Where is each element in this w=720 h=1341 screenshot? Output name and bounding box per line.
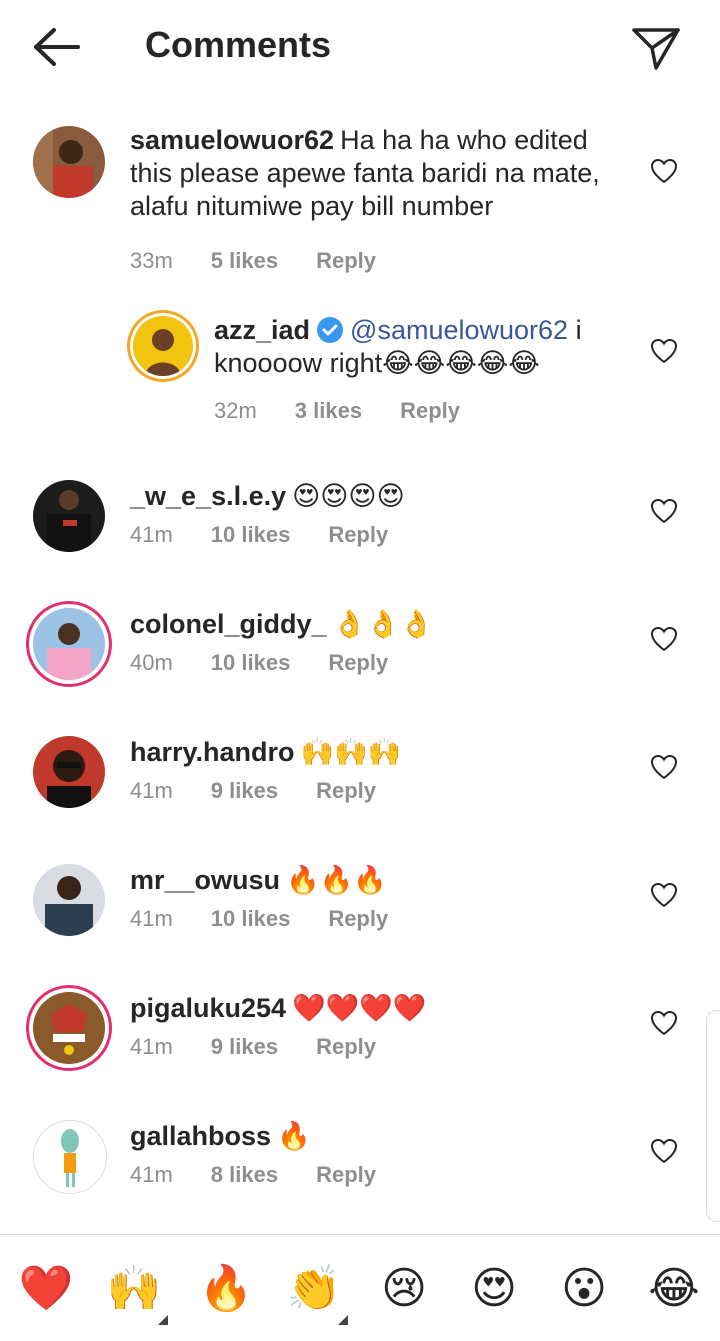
- skin-tone-indicator: [338, 1315, 348, 1325]
- reply-button[interactable]: Reply: [328, 906, 388, 931]
- comment-username[interactable]: _w_e_s.l.e.y: [130, 481, 286, 511]
- comment-body: azz_iad @samuelowuor62 i knoooow right😂😂😂…: [214, 314, 634, 380]
- comment-likes[interactable]: 10 likes: [211, 906, 291, 931]
- like-heart-icon[interactable]: [650, 626, 678, 652]
- comment-meta: 41m 9 likes Reply: [130, 1034, 414, 1060]
- comment-likes[interactable]: 3 likes: [295, 398, 362, 423]
- avatar[interactable]: [33, 608, 105, 680]
- emoji-heart-eyes-button[interactable]: 😍: [466, 1261, 522, 1317]
- like-heart-icon[interactable]: [650, 754, 678, 780]
- avatar[interactable]: [33, 1120, 107, 1194]
- comment-meta: 32m 3 likes Reply: [214, 398, 498, 424]
- emoji-surprised-button[interactable]: 😮: [556, 1261, 612, 1317]
- reply-button[interactable]: Reply: [328, 650, 388, 675]
- comment-meta: 33m 5 likes Reply: [130, 248, 414, 274]
- verified-badge-icon: [316, 316, 344, 344]
- emoji-fire-button[interactable]: 🔥: [198, 1261, 254, 1317]
- comment-body: mr__owusu 🔥🔥🔥: [130, 864, 630, 897]
- comment-time: 40m: [130, 650, 173, 675]
- emoji-glyph: 👏: [286, 1263, 342, 1314]
- comment-mention[interactable]: @samuelowuor62: [350, 315, 568, 345]
- comment-time: 41m: [130, 1034, 173, 1059]
- comment-time: 32m: [214, 398, 257, 423]
- comment-likes[interactable]: 10 likes: [211, 650, 291, 675]
- comment-body: harry.handro 🙌🙌🙌: [130, 736, 630, 769]
- avatar[interactable]: [33, 992, 105, 1064]
- comment-time: 41m: [130, 1162, 173, 1187]
- back-arrow-icon[interactable]: [28, 22, 84, 72]
- comment-username[interactable]: azz_iad: [214, 315, 310, 345]
- comment-likes[interactable]: 5 likes: [211, 248, 278, 273]
- comment-username[interactable]: gallahboss: [130, 1121, 271, 1151]
- comment-likes[interactable]: 9 likes: [211, 778, 278, 803]
- comment-meta: 41m 9 likes Reply: [130, 778, 414, 804]
- comment-meta: 40m 10 likes Reply: [130, 650, 426, 676]
- comment-text: 😍😍😍😍: [292, 481, 405, 511]
- comment-body: samuelowuor62 Ha ha ha who edited this pl…: [130, 124, 630, 223]
- like-heart-icon[interactable]: [650, 498, 678, 524]
- comment-text: 🔥🔥🔥: [286, 865, 387, 895]
- reply-button[interactable]: Reply: [316, 1034, 376, 1059]
- comment-body: colonel_giddy_ 👌👌👌: [130, 608, 630, 641]
- comment-time: 33m: [130, 248, 173, 273]
- comment-list[interactable]: samuelowuor62 Ha ha ha who edited this pl…: [0, 110, 720, 1225]
- comment-username[interactable]: colonel_giddy_: [130, 609, 327, 639]
- header: Comments: [0, 0, 720, 96]
- emoji-quick-bar: ❤️ 🙌 🔥 👏 😢 😍 😮 😂: [0, 1234, 720, 1341]
- comment-text: 🙌🙌🙌: [300, 737, 402, 767]
- avatar[interactable]: [33, 126, 105, 198]
- comment-username[interactable]: harry.handro: [130, 737, 295, 767]
- comment-time: 41m: [130, 906, 173, 931]
- comment-text: 👌👌👌: [332, 609, 434, 639]
- like-heart-icon[interactable]: [650, 158, 678, 184]
- like-heart-icon[interactable]: [650, 882, 678, 908]
- like-heart-icon[interactable]: [650, 338, 678, 364]
- comment-username[interactable]: mr__owusu: [130, 865, 280, 895]
- direct-send-icon[interactable]: [630, 24, 682, 72]
- emoji-clap-button[interactable]: 👏: [286, 1261, 348, 1325]
- comment-likes[interactable]: 8 likes: [211, 1162, 278, 1187]
- emoji-raised-hands-button[interactable]: 🙌: [106, 1261, 168, 1325]
- emoji-heart-button[interactable]: ❤️: [18, 1261, 74, 1317]
- avatar[interactable]: [33, 480, 105, 552]
- reply-button[interactable]: Reply: [316, 1162, 376, 1187]
- comment-time: 41m: [130, 778, 173, 803]
- comment-likes[interactable]: 9 likes: [211, 1034, 278, 1059]
- comment-likes[interactable]: 10 likes: [211, 522, 291, 547]
- scroll-edge-indicator: [706, 1010, 720, 1222]
- reply-button[interactable]: Reply: [316, 248, 376, 273]
- like-heart-icon[interactable]: [650, 1138, 678, 1164]
- comment-meta: 41m 8 likes Reply: [130, 1162, 414, 1188]
- page-title: Comments: [145, 24, 332, 65]
- emoji-crying-button[interactable]: 😢: [376, 1261, 432, 1317]
- comment-time: 41m: [130, 522, 173, 547]
- avatar[interactable]: [133, 316, 193, 376]
- comment-body: _w_e_s.l.e.y 😍😍😍😍: [130, 480, 630, 513]
- reply-button[interactable]: Reply: [316, 778, 376, 803]
- comment-username[interactable]: samuelowuor62: [130, 125, 334, 155]
- skin-tone-indicator: [158, 1315, 168, 1325]
- reply-button[interactable]: Reply: [328, 522, 388, 547]
- like-heart-icon[interactable]: [650, 1010, 678, 1036]
- comment-text: 🔥: [277, 1121, 311, 1151]
- comment-meta: 41m 10 likes Reply: [130, 522, 426, 548]
- avatar[interactable]: [33, 736, 105, 808]
- reply-button[interactable]: Reply: [400, 398, 460, 423]
- comment-meta: 41m 10 likes Reply: [130, 906, 426, 932]
- emoji-glyph: 🙌: [106, 1263, 162, 1314]
- comment-body: pigaluku254 ❤️❤️❤️❤️: [130, 992, 630, 1025]
- comment-body: gallahboss 🔥: [130, 1120, 630, 1153]
- avatar[interactable]: [33, 864, 105, 936]
- emoji-laughing-button[interactable]: 😂: [646, 1261, 702, 1317]
- comment-text: ❤️❤️❤️❤️: [292, 993, 427, 1023]
- comment-username[interactable]: pigaluku254: [130, 993, 286, 1023]
